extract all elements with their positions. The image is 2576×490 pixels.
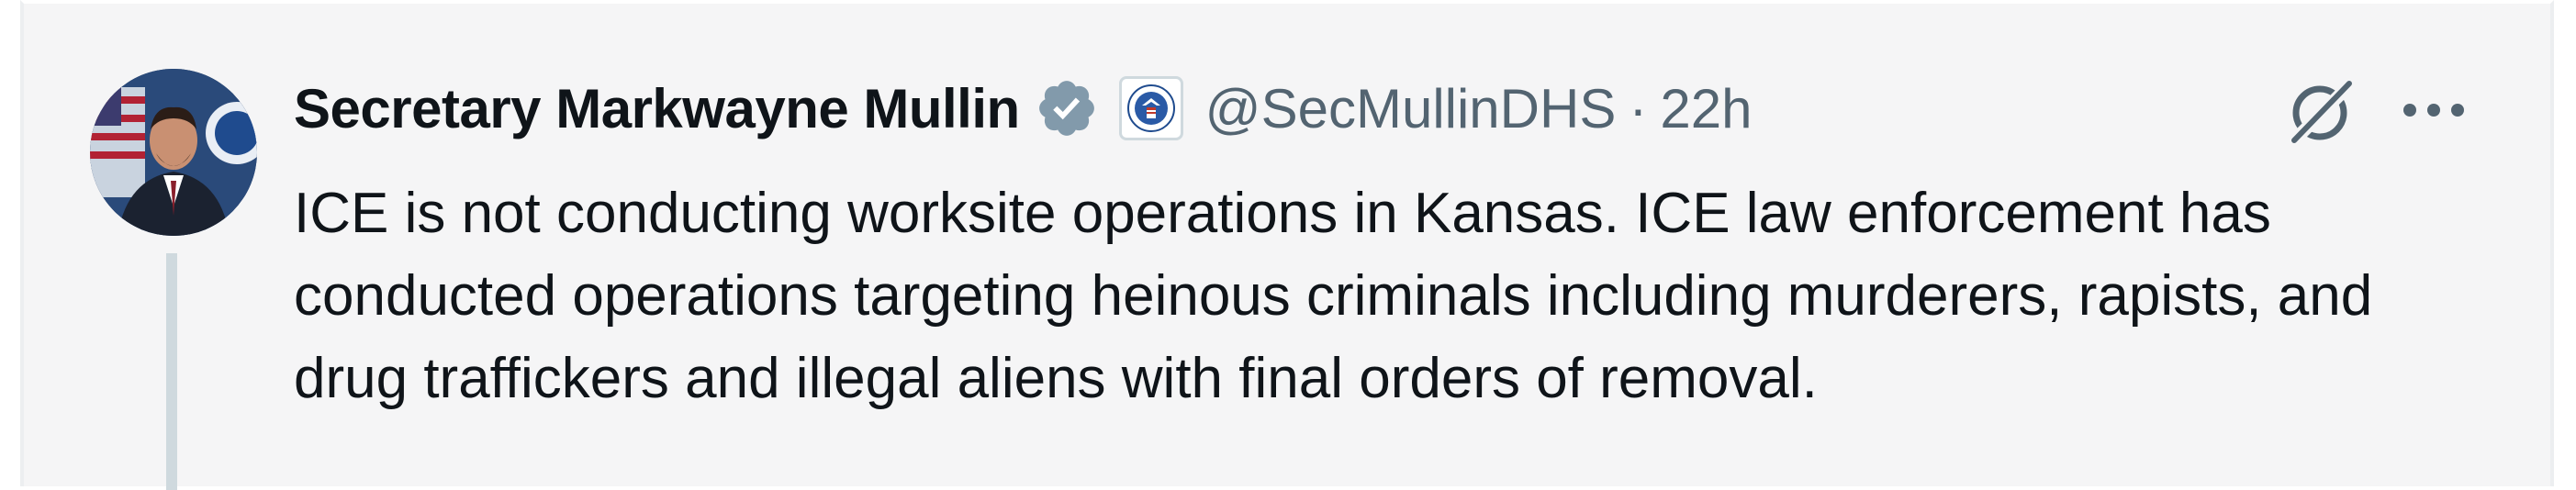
- thread-connector-line: [166, 253, 177, 490]
- avatar[interactable]: [90, 69, 257, 236]
- grok-icon[interactable]: [2280, 68, 2365, 152]
- tweet-timestamp[interactable]: 22h: [1660, 77, 1752, 140]
- dhs-seal-icon[interactable]: [1118, 76, 1183, 140]
- author-display-name[interactable]: Secretary Markwayne Mullin: [294, 77, 1020, 140]
- tweet-header: Secretary Markwayne Mullin @SecMullinDHS…: [294, 72, 1752, 145]
- separator-dot: ·: [1629, 77, 1648, 139]
- verified-check-icon[interactable]: [1035, 76, 1099, 140]
- author-handle[interactable]: @SecMullinDHS: [1205, 77, 1617, 140]
- tweet-text: ICE is not conducting worksite operation…: [294, 182, 2373, 410]
- more-icon[interactable]: [2392, 73, 2475, 147]
